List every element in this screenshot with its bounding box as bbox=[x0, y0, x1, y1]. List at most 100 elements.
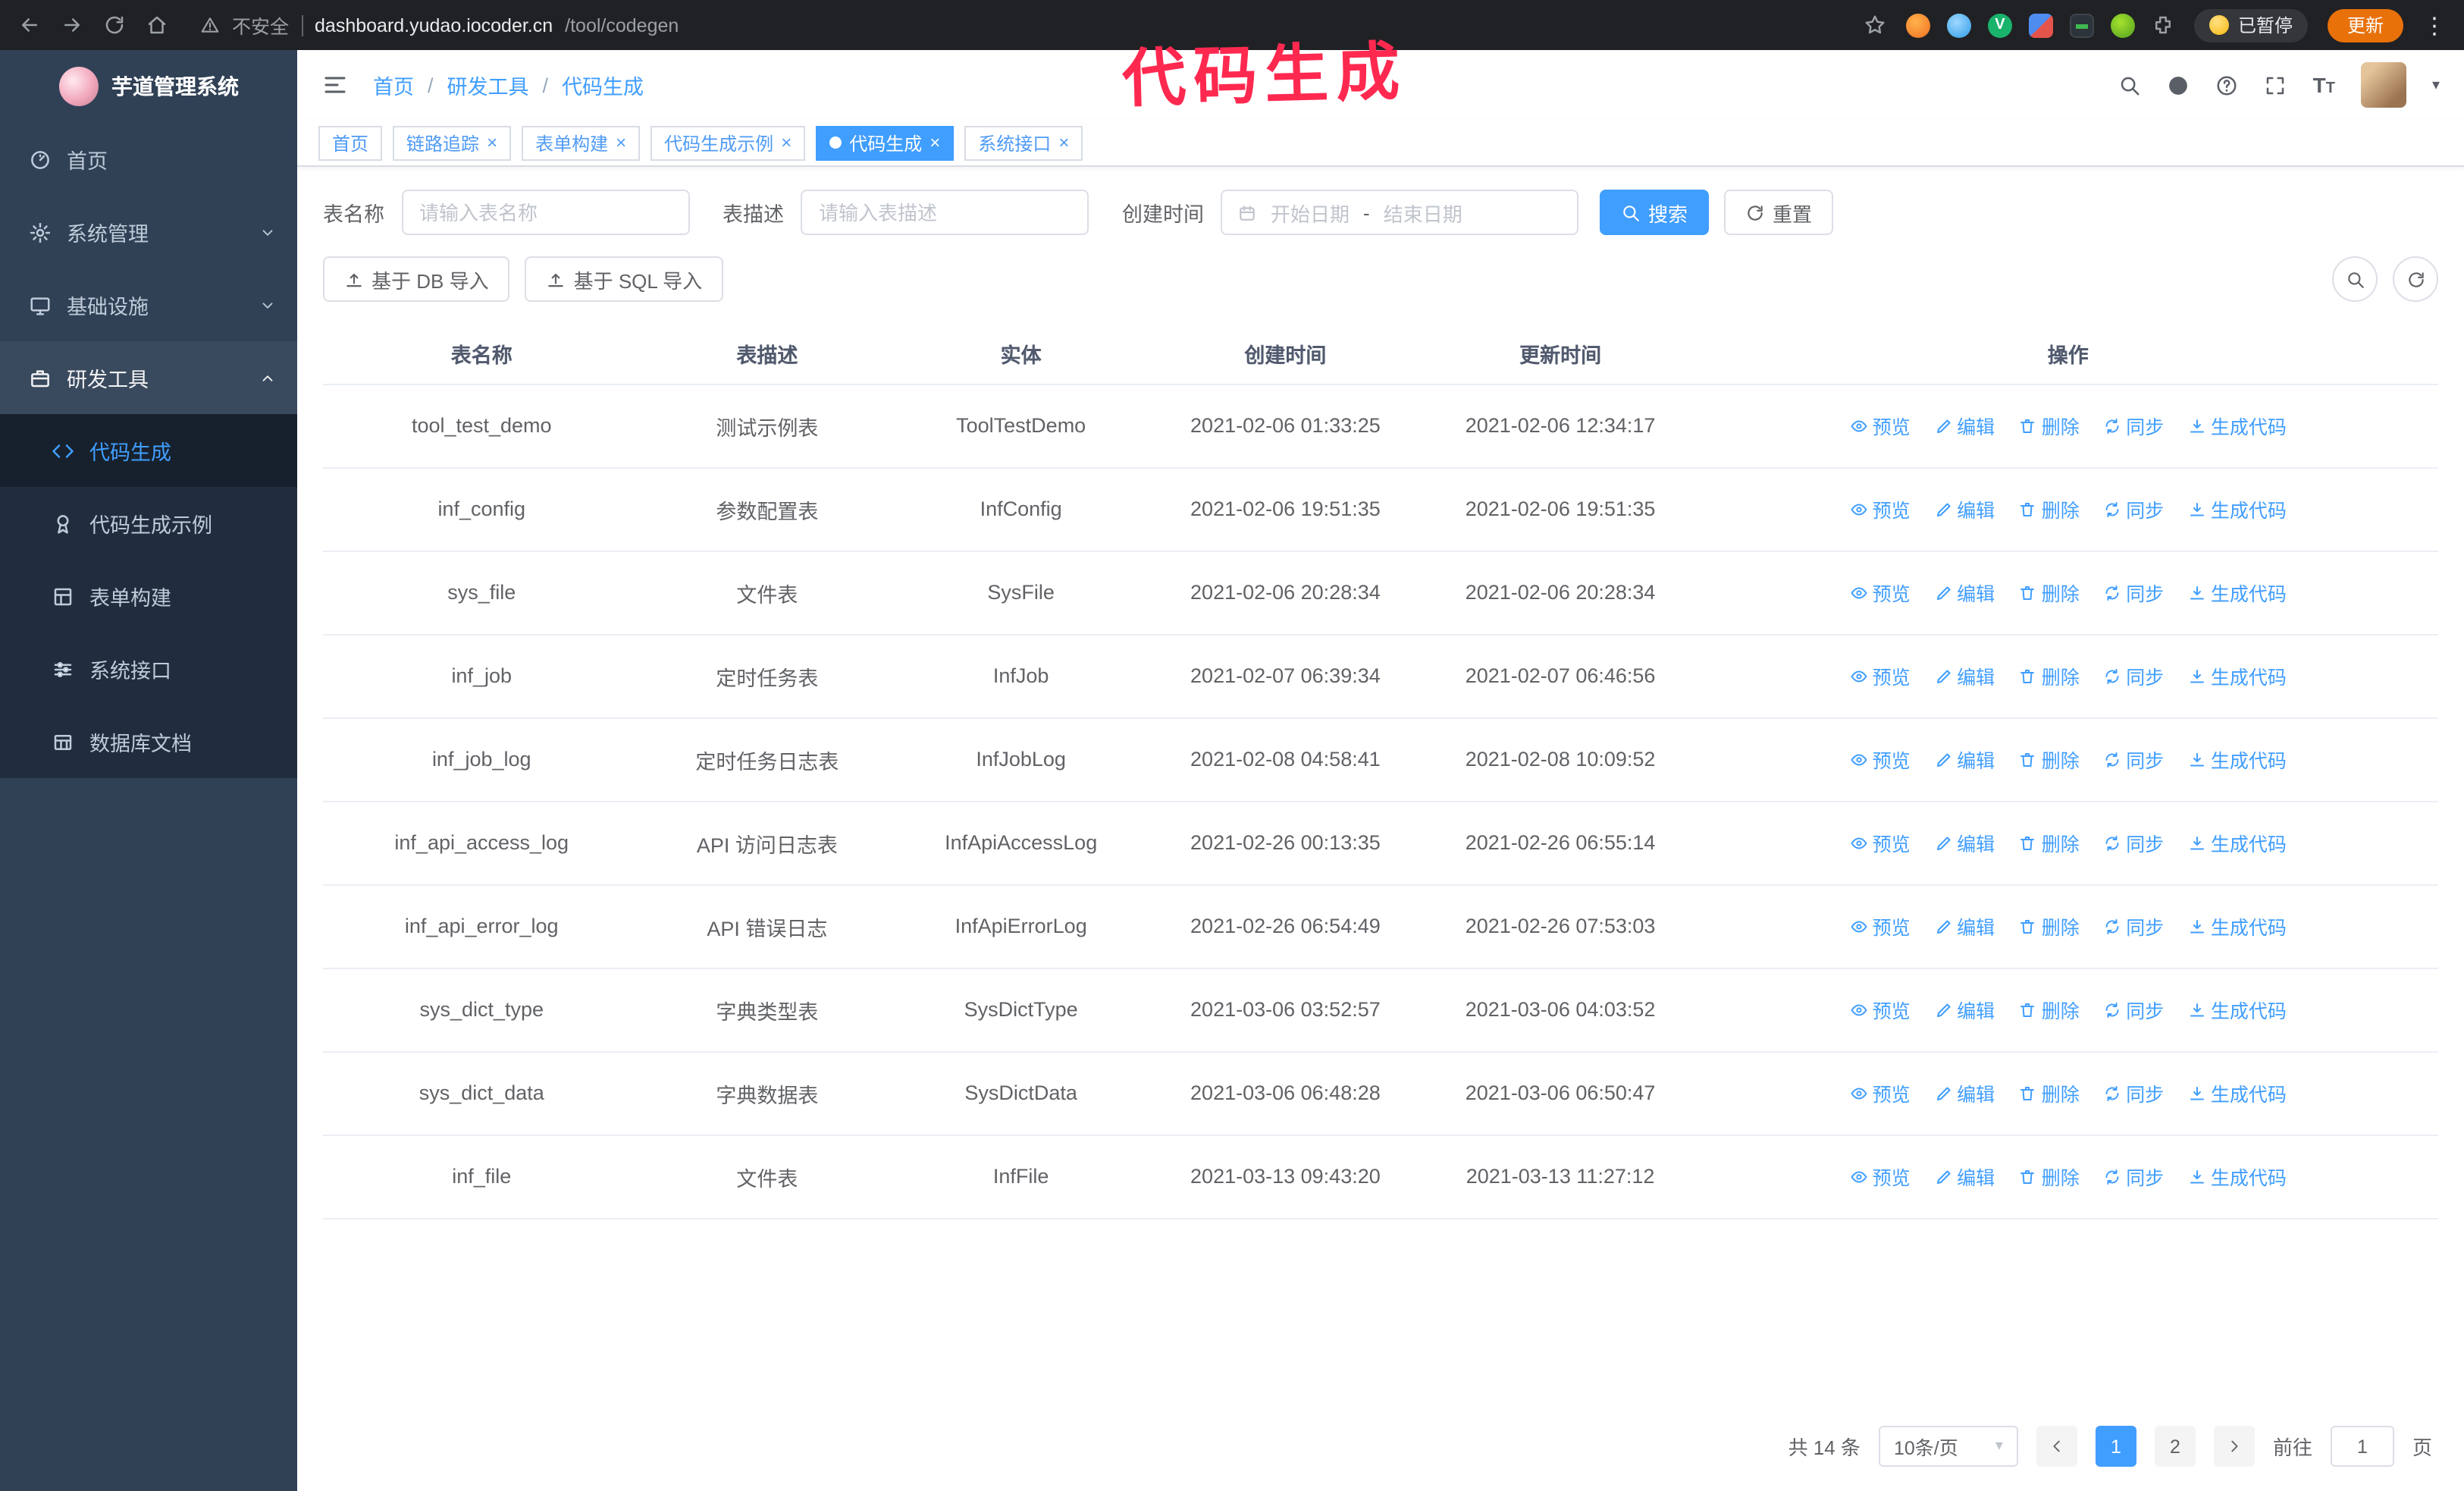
sync-link[interactable]: 同步 bbox=[2103, 995, 2164, 1024]
sidebar-item-home[interactable]: 首页 bbox=[0, 123, 297, 196]
sync-link[interactable]: 同步 bbox=[2103, 745, 2164, 774]
preview-link[interactable]: 预览 bbox=[1850, 1078, 1911, 1107]
tab-home[interactable]: 首页 bbox=[318, 125, 383, 160]
paused-badge[interactable]: 已暂停 bbox=[2193, 8, 2308, 42]
date-range-picker[interactable]: 开始日期 - 结束日期 bbox=[1221, 190, 1578, 235]
preview-link[interactable]: 预览 bbox=[1850, 578, 1911, 607]
refresh-table-button[interactable] bbox=[2393, 256, 2438, 302]
search-icon[interactable] bbox=[2119, 74, 2142, 96]
extension-icon-green-v[interactable]: V bbox=[1987, 13, 2012, 37]
table-desc-input[interactable] bbox=[801, 190, 1089, 235]
puzzle-extensions-icon[interactable] bbox=[2152, 14, 2174, 36]
edit-link[interactable]: 编辑 bbox=[1934, 661, 1995, 690]
edit-link[interactable]: 编辑 bbox=[1934, 411, 1995, 440]
edit-link[interactable]: 编辑 bbox=[1934, 745, 1995, 774]
browser-menu-icon[interactable]: ⋮ bbox=[2423, 11, 2446, 39]
breadcrumb-home[interactable]: 首页 bbox=[373, 70, 414, 100]
sync-link[interactable]: 同步 bbox=[2103, 661, 2164, 690]
logo-row[interactable]: 芋道管理系统 bbox=[0, 50, 297, 123]
browser-home-icon[interactable] bbox=[146, 14, 168, 36]
reset-button[interactable]: 重置 bbox=[1724, 190, 1834, 235]
edit-link[interactable]: 编辑 bbox=[1934, 912, 1995, 940]
edit-link[interactable]: 编辑 bbox=[1934, 995, 1995, 1024]
delete-link[interactable]: 删除 bbox=[2019, 494, 2080, 523]
extension-icon-blue[interactable] bbox=[1946, 13, 1971, 37]
generate-code-link[interactable]: 生成代码 bbox=[2188, 1162, 2287, 1191]
font-size-icon[interactable]: TT bbox=[2313, 73, 2335, 97]
page-button-2[interactable]: 2 bbox=[2154, 1426, 2196, 1467]
avatar-caret-icon[interactable]: ▾ bbox=[2432, 77, 2440, 93]
sync-link[interactable]: 同步 bbox=[2103, 1078, 2164, 1107]
sidebar-item-infra[interactable]: 基础设施 bbox=[0, 268, 297, 341]
sync-link[interactable]: 同步 bbox=[2103, 828, 2164, 857]
generate-code-link[interactable]: 生成代码 bbox=[2188, 411, 2287, 440]
generate-code-link[interactable]: 生成代码 bbox=[2188, 995, 2287, 1024]
extension-icon-terminal[interactable] bbox=[2069, 13, 2094, 37]
tab-tracing[interactable]: 链路追踪 bbox=[393, 125, 512, 160]
edit-link[interactable]: 编辑 bbox=[1934, 578, 1995, 607]
preview-link[interactable]: 预览 bbox=[1850, 995, 1911, 1024]
search-button[interactable]: 搜索 bbox=[1600, 190, 1710, 235]
generate-code-link[interactable]: 生成代码 bbox=[2188, 745, 2287, 774]
delete-link[interactable]: 删除 bbox=[2019, 828, 2080, 857]
generate-code-link[interactable]: 生成代码 bbox=[2188, 661, 2287, 690]
generate-code-link[interactable]: 生成代码 bbox=[2188, 912, 2287, 940]
bookmark-star-icon[interactable] bbox=[1864, 14, 1886, 36]
sidebar-item-form-builder[interactable]: 表单构建 bbox=[0, 560, 297, 632]
sidebar-item-system-api[interactable]: 系统接口 bbox=[0, 632, 297, 705]
edit-link[interactable]: 编辑 bbox=[1934, 1078, 1995, 1107]
extension-icon-orange[interactable] bbox=[1905, 13, 1930, 37]
tab-codegen-example[interactable]: 代码生成示例 bbox=[650, 125, 806, 160]
sidebar-item-system[interactable]: 系统管理 bbox=[0, 196, 297, 268]
sidebar-item-codegen-example[interactable]: 代码生成示例 bbox=[0, 487, 297, 560]
preview-link[interactable]: 预览 bbox=[1850, 912, 1911, 940]
sync-link[interactable]: 同步 bbox=[2103, 411, 2164, 440]
preview-link[interactable]: 预览 bbox=[1850, 828, 1911, 857]
preview-link[interactable]: 预览 bbox=[1850, 1162, 1911, 1191]
sync-link[interactable]: 同步 bbox=[2103, 1162, 2164, 1191]
edit-link[interactable]: 编辑 bbox=[1934, 494, 1995, 523]
import-sql-button[interactable]: 基于 SQL 导入 bbox=[525, 256, 724, 302]
sync-link[interactable]: 同步 bbox=[2103, 494, 2164, 523]
tab-system-api[interactable]: 系统接口 bbox=[964, 125, 1083, 160]
generate-code-link[interactable]: 生成代码 bbox=[2188, 494, 2287, 523]
delete-link[interactable]: 删除 bbox=[2019, 995, 2080, 1024]
preview-link[interactable]: 预览 bbox=[1850, 411, 1911, 440]
help-icon[interactable] bbox=[2216, 74, 2239, 96]
sidebar-item-codegen[interactable]: 代码生成 bbox=[0, 414, 297, 487]
tab-codegen[interactable]: 代码生成 bbox=[816, 125, 955, 160]
page-button-1[interactable]: 1 bbox=[2095, 1426, 2136, 1467]
breadcrumb-devtools[interactable]: 研发工具 bbox=[447, 70, 529, 100]
fullscreen-icon[interactable] bbox=[2265, 74, 2287, 96]
preview-link[interactable]: 预览 bbox=[1850, 745, 1911, 774]
preview-link[interactable]: 预览 bbox=[1850, 661, 1911, 690]
tab-close-icon[interactable] bbox=[929, 133, 940, 152]
next-page-button[interactable] bbox=[2213, 1426, 2255, 1467]
tab-close-icon[interactable] bbox=[616, 133, 626, 152]
generate-code-link[interactable]: 生成代码 bbox=[2188, 828, 2287, 857]
delete-link[interactable]: 删除 bbox=[2019, 1162, 2080, 1191]
extension-icon-leaf[interactable] bbox=[2110, 13, 2135, 37]
delete-link[interactable]: 删除 bbox=[2019, 578, 2080, 607]
reload-icon[interactable] bbox=[103, 14, 126, 36]
update-button[interactable]: 更新 bbox=[2327, 8, 2403, 42]
delete-link[interactable]: 删除 bbox=[2019, 661, 2080, 690]
page-size-select[interactable]: 10条/页 ▾ bbox=[1878, 1426, 2018, 1467]
preview-link[interactable]: 预览 bbox=[1850, 494, 1911, 523]
back-icon[interactable] bbox=[18, 14, 41, 36]
sidebar-item-db-doc[interactable]: 数据库文档 bbox=[0, 705, 297, 778]
show-search-toggle-button[interactable] bbox=[2332, 256, 2378, 302]
address-bar[interactable]: 不安全 dashboard.yudao.iocoder.cn/tool/code… bbox=[188, 11, 1844, 39]
import-db-button[interactable]: 基于 DB 导入 bbox=[323, 256, 510, 302]
forward-icon[interactable] bbox=[61, 14, 83, 36]
generate-code-link[interactable]: 生成代码 bbox=[2188, 578, 2287, 607]
goto-page-input[interactable] bbox=[2330, 1426, 2394, 1467]
delete-link[interactable]: 删除 bbox=[2019, 411, 2080, 440]
hamburger-icon[interactable] bbox=[321, 71, 349, 99]
user-avatar[interactable] bbox=[2360, 62, 2406, 108]
table-name-input[interactable] bbox=[401, 190, 689, 235]
tab-close-icon[interactable] bbox=[1058, 133, 1069, 152]
extension-icon-people[interactable] bbox=[2028, 13, 2053, 37]
edit-link[interactable]: 编辑 bbox=[1934, 828, 1995, 857]
prev-page-button[interactable] bbox=[2036, 1426, 2077, 1467]
